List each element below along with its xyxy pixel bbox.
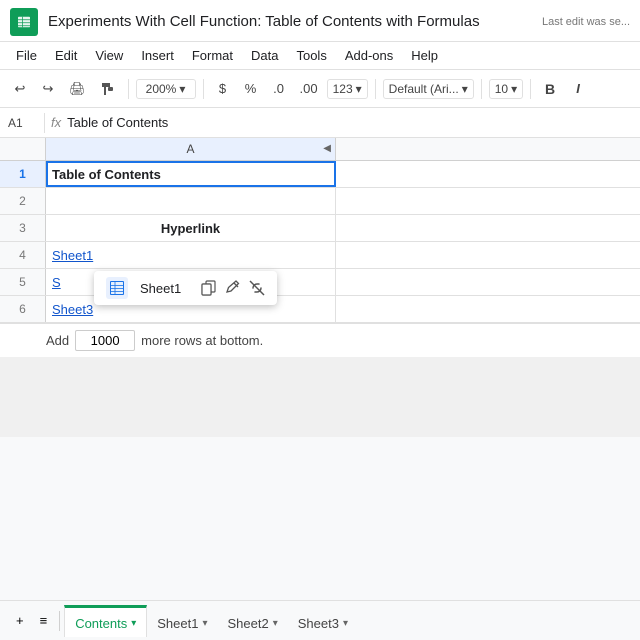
row-number-2: 2 [0, 188, 46, 214]
tab-bar: + ≡ Contents ▾ Sheet1 ▾ Sheet2 ▾ Sheet3 … [0, 600, 640, 640]
cell-a3[interactable]: Hyperlink [46, 215, 336, 241]
add-label: Add [46, 333, 69, 348]
add-rows-bar: Add more rows at bottom. [0, 323, 640, 357]
row5-wrapper: 5 S Sheet1 [0, 269, 640, 296]
formula-divider [44, 113, 45, 133]
tab-contents-label: Contents [75, 616, 127, 631]
menu-tools[interactable]: Tools [288, 46, 334, 65]
popup-copy-button[interactable] [201, 280, 217, 296]
fx-label: fx [51, 115, 61, 130]
column-headers: A ◀ [0, 138, 640, 161]
table-row: 3 Hyperlink [0, 215, 640, 242]
tab-sheet1-label: Sheet1 [157, 616, 198, 631]
col-header-a[interactable]: A ◀ [46, 138, 336, 160]
add-rows-input[interactable] [75, 330, 135, 351]
tab-contents-chevron: ▾ [131, 618, 136, 629]
currency-button[interactable]: $ [211, 78, 235, 99]
row-num-header [0, 138, 46, 160]
app-icon [10, 8, 38, 36]
popup-sheet-icon [106, 277, 128, 299]
doc-title: Experiments With Cell Function: Table of… [48, 13, 542, 30]
toolbar-sep-1 [128, 79, 129, 99]
dec-decimals-button[interactable]: .0 [267, 78, 291, 99]
title-bar: Experiments With Cell Function: Table of… [0, 0, 640, 42]
table-row: 1 Table of Contents [0, 161, 640, 188]
cell-a4[interactable]: Sheet1 [46, 242, 336, 268]
row-number-4: 4 [0, 242, 46, 268]
popup-unlink-button[interactable] [249, 280, 265, 296]
formula-bar: A1 fx Table of Contents [0, 108, 640, 138]
tab-sheet1-chevron: ▾ [202, 618, 207, 629]
popup-actions [201, 280, 265, 296]
paint-format-button[interactable] [95, 78, 121, 100]
tab-sheet2-chevron: ▾ [273, 618, 278, 629]
menu-view[interactable]: View [87, 46, 131, 65]
zoom-select[interactable]: 200% ▾ [136, 79, 196, 99]
format-select[interactable]: 123 ▾ [327, 79, 368, 99]
redo-button[interactable]: ↪ [36, 78, 60, 100]
col-resize-icon[interactable]: ◀ [323, 138, 331, 160]
all-sheets-button[interactable]: ≡ [32, 609, 56, 632]
popup-edit-button[interactable] [225, 280, 241, 296]
row-number-5: 5 [0, 269, 46, 295]
tab-sep [59, 611, 60, 631]
row-number-1: 1 [0, 161, 46, 187]
main-content: Experiments With Cell Function: Table of… [0, 0, 640, 600]
toolbar-sep-5 [530, 79, 531, 99]
sheet-area: A ◀ 1 Table of Contents 2 3 Hyperlink 4 … [0, 138, 640, 437]
formula-content: Table of Contents [67, 115, 168, 130]
menu-addons[interactable]: Add-ons [337, 46, 401, 65]
menu-data[interactable]: Data [243, 46, 286, 65]
popup-sheet-name: Sheet1 [140, 281, 181, 296]
add-rows-suffix: more rows at bottom. [141, 333, 263, 348]
toolbar-sep-2 [203, 79, 204, 99]
tab-sheet3-label: Sheet3 [298, 616, 339, 631]
menu-file[interactable]: File [8, 46, 45, 65]
tab-sheet3[interactable]: Sheet3 ▾ [288, 605, 358, 637]
cell-reference[interactable]: A1 [8, 116, 38, 130]
percent-button[interactable]: % [239, 78, 263, 99]
gray-area [0, 357, 640, 437]
toolbar-sep-3 [375, 79, 376, 99]
undo-button[interactable]: ↩ [8, 78, 32, 100]
cell-a1[interactable]: Table of Contents [46, 161, 336, 187]
inc-decimals-button[interactable]: .00 [295, 78, 323, 99]
menu-edit[interactable]: Edit [47, 46, 85, 65]
menu-format[interactable]: Format [184, 46, 241, 65]
row-number-6: 6 [0, 296, 46, 322]
tab-contents[interactable]: Contents ▾ [64, 605, 147, 637]
row-number-3: 3 [0, 215, 46, 241]
font-size-select[interactable]: 10 ▾ [489, 79, 523, 99]
tab-sheet2-label: Sheet2 [228, 616, 269, 631]
table-row: 2 [0, 188, 640, 215]
add-sheet-icon: + [16, 613, 24, 628]
bold-button[interactable]: B [538, 78, 562, 100]
tab-sheet3-chevron: ▾ [343, 618, 348, 629]
font-family-select[interactable]: Default (Ari... ▾ [383, 79, 474, 99]
tab-sheet2[interactable]: Sheet2 ▾ [218, 605, 288, 637]
tab-sheet1[interactable]: Sheet1 ▾ [147, 605, 217, 637]
italic-button[interactable]: I [566, 78, 590, 99]
menu-help[interactable]: Help [403, 46, 446, 65]
all-sheets-icon: ≡ [40, 613, 48, 628]
menu-bar: File Edit View Insert Format Data Tools … [0, 42, 640, 70]
toolbar: ↩ ↪ 🖨 200% ▾ $ % .0 .00 123 ▾ Default (A… [0, 70, 640, 108]
add-sheet-button[interactable]: + [8, 609, 32, 632]
menu-insert[interactable]: Insert [133, 46, 182, 65]
hyperlink-popup: Sheet1 [94, 271, 277, 305]
print-button[interactable]: 🖨 [64, 78, 91, 100]
cell-a2[interactable] [46, 188, 336, 214]
table-row: 4 Sheet1 [0, 242, 640, 269]
toolbar-sep-4 [481, 79, 482, 99]
last-edit-label: Last edit was se... [542, 16, 630, 28]
